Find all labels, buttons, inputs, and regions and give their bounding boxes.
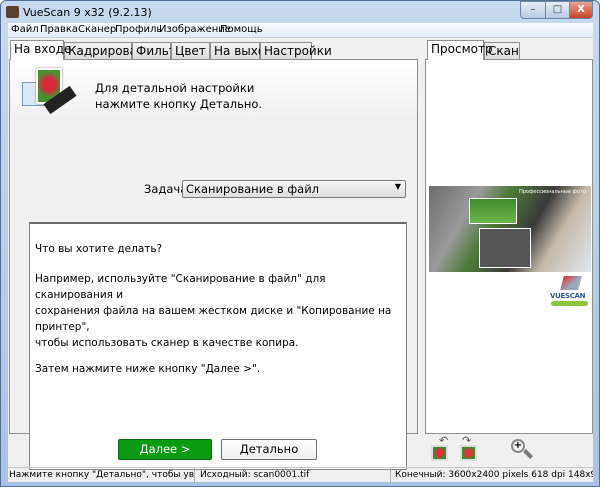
task-select-value: Сканирование в файл [186, 182, 320, 196]
chevron-down-icon: ▼ [394, 182, 401, 191]
menu-file[interactable]: Файл [11, 24, 39, 35]
status-source: Исходный: scan0001.tif [198, 468, 391, 483]
menu-edit[interactable]: Правка [40, 24, 78, 35]
tab-input[interactable]: На входе [10, 40, 71, 60]
close-button[interactable]: X [569, 1, 593, 19]
vuescan-logo: VUESCAN [548, 276, 590, 308]
tab-color[interactable]: Цвет [171, 42, 210, 60]
help-line: Например, используйте "Сканирование в фа… [35, 273, 326, 301]
preview-image: Профессиональные фото [429, 186, 591, 272]
help-next-hint: Затем нажмите ниже кнопку "Далее >". [35, 363, 261, 375]
help-line: чтобы использовать сканер в качестве коп… [35, 337, 299, 349]
menu-profile[interactable]: Профиль [115, 24, 162, 35]
status-bar: Нажмите кнопку "Детально", чтобы увидеть… [8, 467, 593, 483]
menu-help[interactable]: Помощь [220, 24, 263, 35]
help-text: Что вы хотите делать? Например, использу… [29, 222, 407, 470]
help-question: Что вы хотите делать? [35, 243, 163, 255]
menu-bar: Файл Правка Сканер Профиль Изображение П… [8, 23, 593, 38]
client-area: Файл Правка Сканер Профиль Изображение П… [8, 23, 593, 483]
tab-output[interactable]: На выходе [210, 42, 281, 60]
scanner-settings-icon [20, 66, 80, 120]
zoom-in-icon[interactable]: + [511, 439, 535, 461]
input-panel: Для детальной настройки нажмите кнопку Д… [9, 59, 418, 470]
rotate-left-icon[interactable]: ↶ [431, 434, 453, 463]
maximize-button[interactable]: □ [545, 1, 570, 19]
intro-line-1: Для детальной настройки [95, 81, 255, 95]
tab-filter[interactable]: Фильтр [132, 42, 183, 60]
app-icon [6, 6, 19, 18]
status-hint: Нажмите кнопку "Детально", чтобы увидеть… [8, 468, 195, 483]
tab-crop[interactable]: Кадрирование [64, 42, 160, 60]
detail-button[interactable]: Детально [221, 439, 317, 460]
app-window: VueScan 9 x32 (9.2.13) – □ X Файл Правка… [0, 0, 600, 487]
tab-preview[interactable]: Просмотр [427, 40, 493, 60]
tab-prefs[interactable]: Настройки [260, 42, 332, 60]
preview-banner-text: Профессиональные фото [519, 189, 586, 195]
minimize-button[interactable]: – [520, 1, 546, 19]
rotate-right-icon[interactable]: ↷ [458, 434, 480, 463]
preview-panel: Профессиональные фото VUESCAN [425, 59, 593, 434]
menu-scanner[interactable]: Сканер [78, 24, 116, 35]
task-select[interactable]: Сканирование в файл ▼ [182, 180, 406, 198]
next-button[interactable]: Далее > [118, 439, 212, 460]
help-line: сохранения файла на вашем жестком диске … [35, 305, 392, 333]
intro-line-2: нажмите кнопку Детально. [95, 97, 263, 111]
window-title: VueScan 9 x32 (9.2.13) [23, 6, 152, 19]
status-output: Конечный: 3600x2400 pixels 618 dpi 148x9… [395, 470, 593, 480]
